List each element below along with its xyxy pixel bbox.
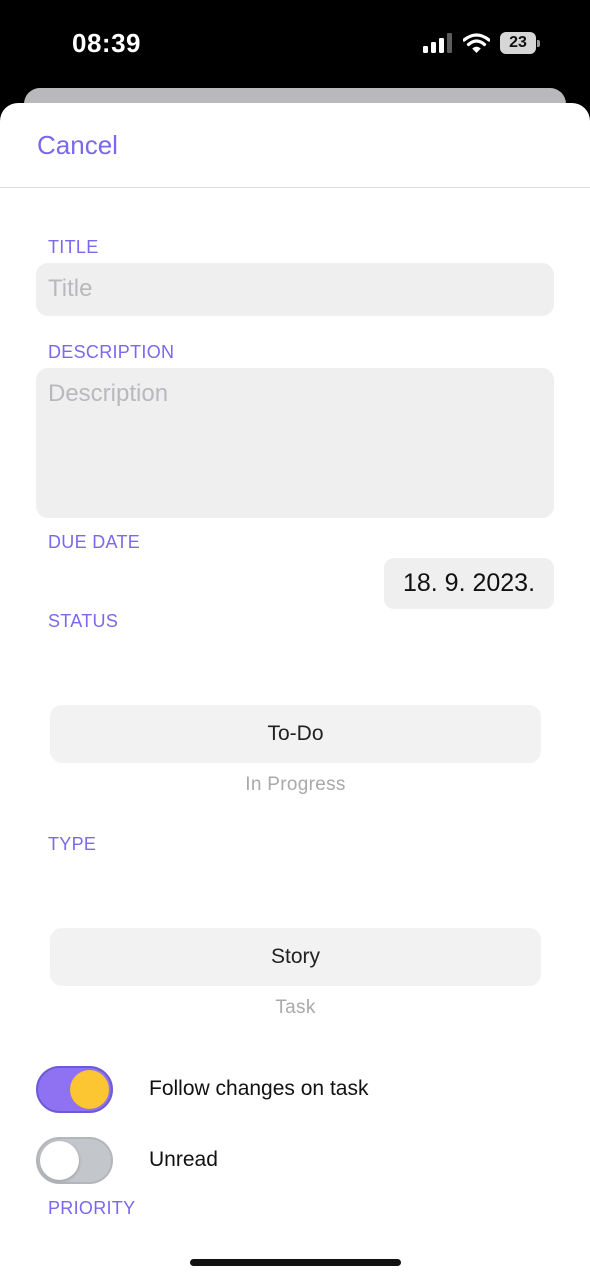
status-bar: 08:39 23 (0, 0, 590, 90)
status-time: 08:39 (72, 28, 141, 58)
battery-icon: 23 (500, 32, 540, 54)
due-date-label: DUE DATE (48, 532, 141, 552)
toggle-knob (70, 1070, 109, 1109)
type-picker-option[interactable]: Task (50, 997, 541, 1019)
status-picker-selected[interactable]: To-Do (50, 705, 541, 763)
type-picker-selected[interactable]: Story (50, 928, 541, 986)
title-label: TITLE (48, 237, 99, 257)
description-label: DESCRIPTION (48, 342, 175, 362)
follow-changes-label: Follow changes on task (149, 1077, 369, 1100)
priority-label: PRIORITY (48, 1198, 136, 1218)
unread-label: Unread (149, 1148, 218, 1171)
battery-level: 23 (500, 32, 536, 54)
cancel-button[interactable]: Cancel (37, 130, 118, 161)
follow-changes-toggle[interactable] (36, 1066, 113, 1113)
unread-toggle[interactable] (36, 1137, 113, 1184)
due-date-picker[interactable]: 18. 9. 2023. (384, 558, 554, 609)
title-input[interactable]: Title (36, 263, 554, 316)
battery-tip (537, 40, 540, 47)
description-input[interactable]: Description (36, 368, 554, 518)
type-label: TYPE (48, 834, 97, 854)
status-label: STATUS (48, 611, 119, 631)
home-indicator (190, 1259, 401, 1266)
wifi-icon (463, 33, 490, 53)
cellular-signal-icon (423, 33, 452, 53)
status-picker-option[interactable]: In Progress (50, 774, 541, 796)
nav-bar: Cancel (0, 103, 590, 188)
toggle-knob (40, 1141, 79, 1180)
task-form-sheet: Cancel TITLE Title DESCRIPTION Descripti… (0, 103, 590, 1280)
